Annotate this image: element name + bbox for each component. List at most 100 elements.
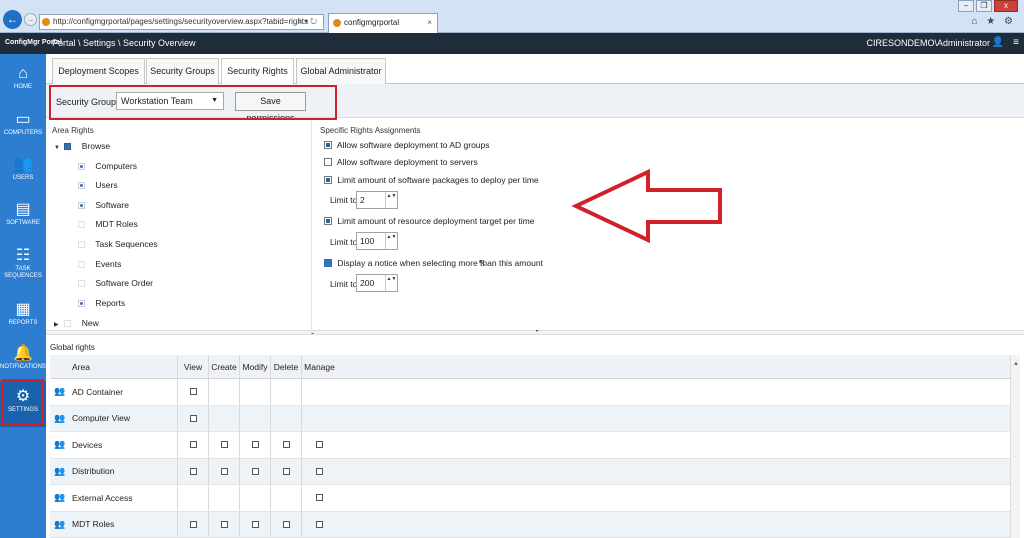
column-header-manage[interactable]: Manage (301, 355, 337, 378)
limit-notice-stepper[interactable]: 200 ▲▼ (356, 274, 398, 292)
sidebar-item-reports[interactable]: ▦ REPORTS (0, 294, 46, 340)
tree-item-reports[interactable]: Reports (78, 296, 125, 310)
stepper-arrows-icon[interactable]: ▲▼ (385, 233, 397, 249)
sidebar-item-users[interactable]: 👥 USERS (0, 149, 46, 195)
permission-checkbox[interactable] (251, 467, 259, 475)
scroll-up-icon[interactable]: ▲ (1013, 361, 1019, 367)
back-arrow-icon[interactable]: ← (3, 10, 22, 29)
permission-checkbox[interactable] (189, 441, 197, 449)
rule-limit-targets[interactable]: Limit amount of resource deployment targ… (324, 215, 534, 227)
panel-splitter[interactable]: ⌄ • (46, 329, 1024, 336)
permission-checkbox[interactable] (251, 520, 259, 528)
home-favorites-tools-icon[interactable]: ⌂ ★ ⚙ (971, 16, 1016, 27)
splitter-handle-icon[interactable]: ⌄ (310, 329, 315, 336)
expand-arrow-icon[interactable]: ▼ (54, 141, 62, 155)
column-header-delete[interactable]: Delete (270, 355, 301, 378)
permission-checkbox[interactable] (189, 388, 197, 396)
tree-item-new[interactable]: ▶ New (54, 316, 99, 330)
area-cell: Devices (72, 439, 103, 450)
tree-item-computers[interactable]: Computers (78, 159, 137, 173)
permission-checkbox[interactable] (316, 494, 323, 502)
tree-checkbox[interactable] (78, 221, 85, 228)
tab-deployment-scopes[interactable]: Deployment Scopes (52, 58, 145, 84)
tree-item-software[interactable]: Software (78, 198, 129, 212)
permission-checkbox[interactable] (251, 441, 259, 449)
sidebar-item-software[interactable]: ▤ SOFTWARE (0, 194, 46, 240)
tab-site-icon (333, 19, 341, 27)
tree-checkbox[interactable] (64, 320, 72, 327)
sidebar-item-computers[interactable]: ▭ COMPUTERS (0, 104, 46, 150)
rule-servers[interactable]: Allow software deployment to servers (324, 156, 478, 168)
permission-checkbox[interactable] (220, 520, 228, 528)
grid-scrollbar[interactable]: ▲ (1010, 355, 1020, 538)
menu-icon[interactable]: ≡ (1013, 37, 1019, 48)
user-group-icon: 👥 (54, 459, 68, 485)
tab-security-groups[interactable]: Security Groups (146, 58, 219, 84)
tree-checkbox[interactable] (64, 143, 72, 150)
rule-checkbox[interactable] (324, 217, 332, 225)
user-group-icon: 👥 (54, 406, 68, 432)
permission-checkbox[interactable] (282, 520, 290, 528)
global-rights-title: Global rights (50, 343, 95, 352)
rule-checkbox[interactable] (324, 158, 332, 166)
tree-item-task-sequences[interactable]: Task Sequences (78, 237, 158, 251)
tab-close-icon[interactable]: × (427, 14, 432, 32)
stepper-arrows-icon[interactable]: ▲▼ (385, 192, 397, 208)
tree-item-mdt-roles[interactable]: MDT Roles (78, 217, 138, 231)
permission-checkbox[interactable] (189, 467, 197, 475)
column-header-view[interactable]: View (177, 355, 208, 378)
limit-targets-stepper[interactable]: 100 ▲▼ (356, 232, 398, 250)
tree-item-events[interactable]: Events (78, 257, 121, 271)
tree-checkbox[interactable] (78, 202, 85, 209)
tab-security-rights[interactable]: Security Rights (221, 58, 294, 85)
rule-display-notice[interactable]: Display a notice when selecting more tha… (324, 257, 543, 269)
person-icon: 👥 (54, 412, 66, 423)
rule-checkbox[interactable] (324, 259, 332, 267)
limit-packages-stepper[interactable]: 2 ▲▼ (356, 191, 398, 209)
forward-arrow-icon[interactable]: → (24, 13, 37, 26)
sidebar-item-notifications[interactable]: 🔔 NOTIFICATIONS (0, 338, 46, 384)
tree-item-users[interactable]: Users (78, 178, 118, 192)
permission-checkbox[interactable] (316, 467, 323, 475)
column-header-modify[interactable]: Modify (239, 355, 270, 378)
permission-checkbox[interactable] (316, 520, 323, 528)
tree-checkbox[interactable] (78, 241, 85, 248)
rule-limit-packages[interactable]: Limit amount of software packages to dep… (324, 174, 539, 186)
column-header-area[interactable]: Area (72, 355, 192, 378)
tree-checkbox[interactable] (78, 163, 85, 170)
permission-checkbox[interactable] (220, 441, 228, 449)
tree-checkbox[interactable] (78, 280, 85, 287)
table-row: 👥 Distribution (50, 458, 1020, 485)
rule-ad-groups[interactable]: Allow software deployment to AD groups (324, 139, 490, 151)
restore-button[interactable]: ❐ (976, 0, 992, 12)
permission-cell (270, 485, 301, 511)
tree-item-browse[interactable]: ▼ Browse (54, 139, 110, 153)
rule-checkbox[interactable] (324, 176, 332, 184)
rule-checkbox[interactable] (324, 141, 332, 149)
browser-tab[interactable]: configmgrportal × (328, 13, 438, 33)
sidebar-item-home[interactable]: ⌂ HOME (0, 58, 46, 104)
permission-checkbox[interactable] (189, 414, 197, 422)
sidebar-item-task-sequences[interactable]: ☷ TASK SEQUENCES (0, 240, 46, 292)
permission-checkbox[interactable] (316, 441, 323, 449)
permission-cell (177, 458, 208, 484)
permission-cell (239, 511, 270, 537)
minimize-button[interactable]: – (958, 0, 974, 12)
stepper-arrows-icon[interactable]: ▲▼ (385, 275, 397, 291)
permission-checkbox[interactable] (189, 520, 197, 528)
close-window-button[interactable]: x (994, 0, 1018, 12)
address-bar[interactable]: http://configmgrportal/pages/settings/se… (39, 14, 324, 30)
splitter-handle-icon[interactable]: • (536, 329, 538, 335)
settings-tabs: Deployment Scopes Security Groups Securi… (46, 54, 1024, 85)
tree-checkbox[interactable] (78, 182, 85, 189)
permission-checkbox[interactable] (220, 467, 228, 475)
address-tools-icon[interactable]: ⌕ ▾ ↻ (298, 14, 317, 29)
tree-item-software-order[interactable]: Software Order (78, 276, 153, 290)
tree-checkbox[interactable] (78, 300, 85, 307)
tab-global-administrator[interactable]: Global Administrator (296, 58, 386, 84)
user-icon[interactable]: 👤 (992, 37, 1004, 48)
permission-checkbox[interactable] (282, 467, 290, 475)
column-header-create[interactable]: Create (208, 355, 239, 378)
tree-checkbox[interactable] (78, 261, 85, 268)
permission-checkbox[interactable] (282, 441, 290, 449)
